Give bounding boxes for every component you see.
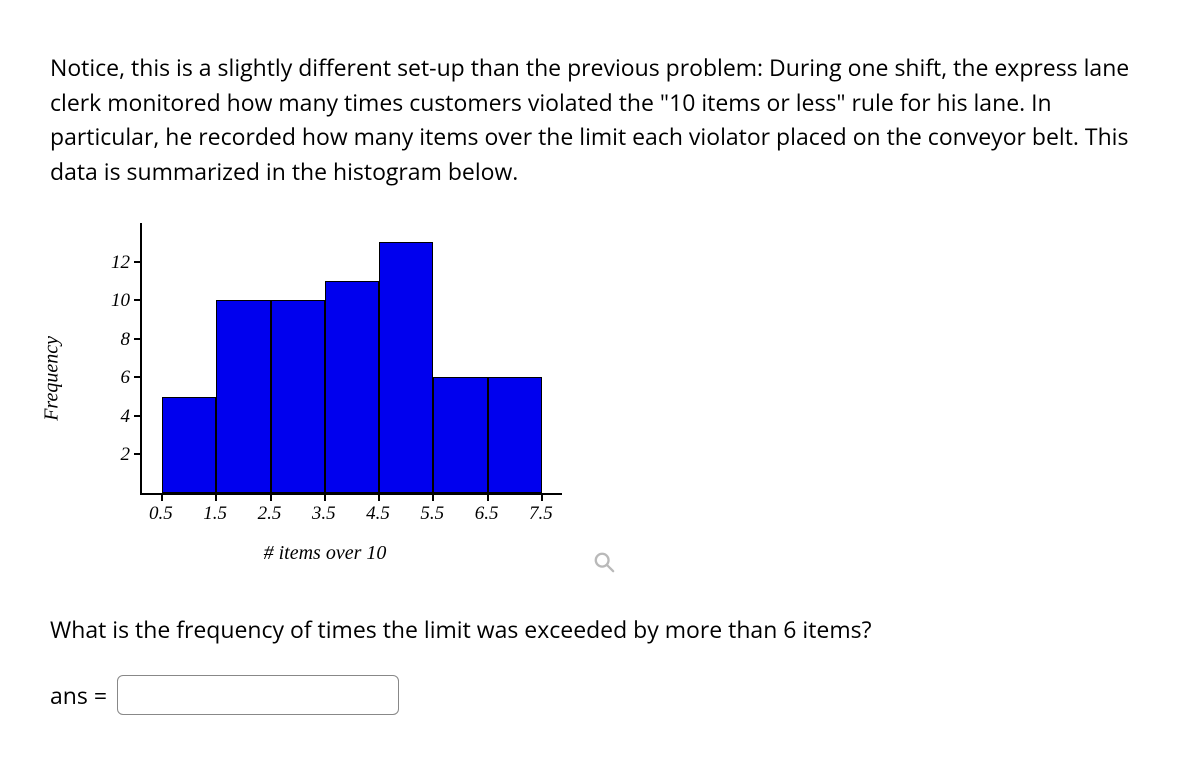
y-tick: 8 — [134, 338, 142, 340]
y-tick-label: 8 — [121, 329, 131, 351]
x-tick-label: 2.5 — [258, 503, 282, 525]
y-tick-label: 6 — [121, 367, 131, 389]
y-tick: 4 — [134, 415, 142, 417]
y-tick-label: 2 — [121, 444, 131, 466]
x-tick: 7.5 — [541, 493, 543, 501]
bar — [162, 397, 216, 493]
x-tick-label: 6.5 — [475, 503, 499, 525]
question-text: What is the frequency of times the limit… — [50, 613, 1150, 645]
histogram-chart: Frequency 246810120.51.52.53.54.55.56.57… — [60, 213, 580, 553]
x-tick: 3.5 — [324, 493, 326, 501]
y-tick: 6 — [134, 376, 142, 378]
zoom-icon[interactable] — [593, 551, 615, 573]
y-axis-label: Frequency — [41, 336, 64, 421]
x-tick: 6.5 — [487, 493, 489, 501]
bar — [433, 377, 487, 493]
bar — [379, 242, 433, 493]
bar — [325, 281, 379, 493]
y-tick: 12 — [134, 261, 142, 263]
y-tick: 10 — [134, 299, 142, 301]
x-tick: 5.5 — [432, 493, 434, 501]
x-tick-label: 5.5 — [420, 503, 444, 525]
x-tick-label: 0.5 — [149, 503, 173, 525]
answer-row: ans = — [50, 675, 1150, 715]
y-tick-label: 12 — [111, 252, 130, 274]
x-axis-label: # items over 10 — [264, 542, 387, 565]
x-tick: 4.5 — [378, 493, 380, 501]
x-tick: 2.5 — [270, 493, 272, 501]
bar — [216, 300, 270, 493]
plot-area: 246810120.51.52.53.54.55.56.57.5 — [140, 223, 562, 495]
x-tick-label: 7.5 — [529, 503, 553, 525]
problem-text: Notice, this is a slightly different set… — [50, 50, 1150, 188]
bar — [488, 377, 542, 493]
x-tick-label: 3.5 — [312, 503, 336, 525]
answer-input[interactable] — [117, 675, 399, 715]
y-tick-label: 4 — [121, 406, 131, 428]
bar — [271, 300, 325, 493]
answer-label: ans = — [50, 679, 107, 711]
x-tick-label: 4.5 — [366, 503, 390, 525]
x-tick-label: 1.5 — [203, 503, 227, 525]
y-tick: 2 — [134, 453, 142, 455]
x-tick: 1.5 — [215, 493, 217, 501]
y-tick-label: 10 — [111, 290, 130, 312]
x-tick: 0.5 — [161, 493, 163, 501]
